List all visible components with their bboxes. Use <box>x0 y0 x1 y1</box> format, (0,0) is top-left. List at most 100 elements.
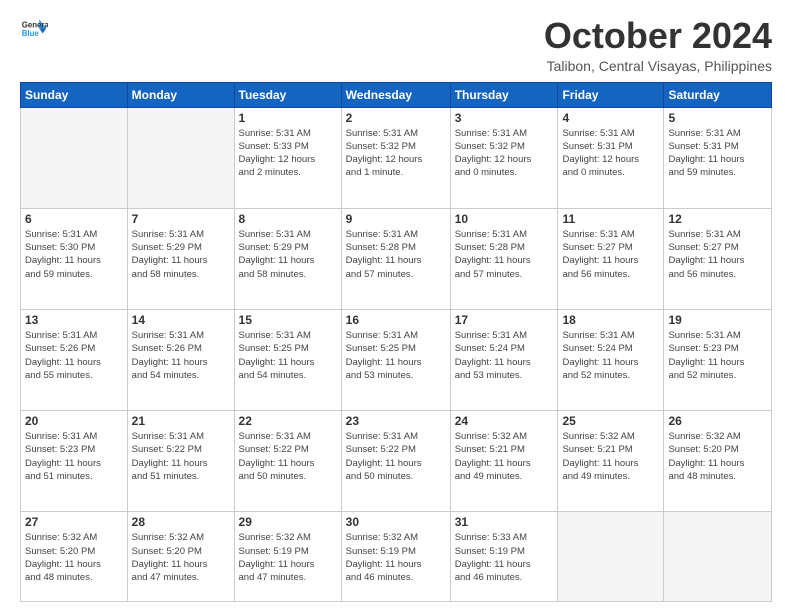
calendar-cell: 22 Sunrise: 5:31 AMSunset: 5:22 PMDayligh… <box>234 411 341 512</box>
calendar-week-2: 6 Sunrise: 5:31 AMSunset: 5:30 PMDaylight… <box>21 208 772 309</box>
calendar-week-4: 20Sunrise: 5:31 AMSunset: 5:23 PMDayligh… <box>21 411 772 512</box>
day-number: 6 <box>25 212 123 226</box>
day-number: 24 <box>455 414 554 428</box>
day-number: 26 <box>668 414 767 428</box>
day-info: Sunrise: 5:31 AMSunset: 5:25 PMDaylight:… <box>346 329 446 382</box>
day-info: Sunrise: 5:31 AMSunset: 5:23 PMDaylight:… <box>668 329 767 382</box>
day-number: 17 <box>455 313 554 327</box>
calendar-cell: 7Sunrise: 5:31 AMSunset: 5:29 PMDaylight… <box>127 208 234 309</box>
calendar-table: Sunday Monday Tuesday Wednesday Thursday… <box>20 82 772 602</box>
day-info: Sunrise: 5:32 AMSunset: 5:21 PMDaylight:… <box>455 430 554 483</box>
day-number: 9 <box>346 212 446 226</box>
calendar-cell: 13Sunrise: 5:31 AMSunset: 5:26 PMDayligh… <box>21 309 128 410</box>
day-info: Sunrise: 5:31 AMSunset: 5:30 PMDaylight:… <box>25 228 123 281</box>
logo: General Blue <box>20 16 48 44</box>
day-number: 25 <box>562 414 659 428</box>
day-number: 29 <box>239 515 337 529</box>
day-number: 18 <box>562 313 659 327</box>
day-info: Sunrise: 5:31 AMSunset: 5:26 PMDaylight:… <box>25 329 123 382</box>
calendar-cell <box>127 107 234 208</box>
day-number: 12 <box>668 212 767 226</box>
calendar-week-3: 13Sunrise: 5:31 AMSunset: 5:26 PMDayligh… <box>21 309 772 410</box>
calendar-cell: 29 Sunrise: 5:32 AMSunset: 5:19 PMDayligh… <box>234 512 341 602</box>
calendar-cell: 1 Sunrise: 5:31 AMSunset: 5:33 PMDaylight… <box>234 107 341 208</box>
logo-icon: General Blue <box>20 16 48 44</box>
day-number: 3 <box>455 111 554 125</box>
day-number: 22 <box>239 414 337 428</box>
header-friday: Friday <box>558 82 664 107</box>
day-info: Sunrise: 5:32 AMSunset: 5:19 PMDaylight:… <box>239 531 337 584</box>
day-number: 19 <box>668 313 767 327</box>
day-number: 21 <box>132 414 230 428</box>
calendar-cell: 28Sunrise: 5:32 AMSunset: 5:20 PMDayligh… <box>127 512 234 602</box>
day-info: Sunrise: 5:31 AMSunset: 5:29 PMDaylight:… <box>239 228 337 281</box>
day-number: 28 <box>132 515 230 529</box>
calendar-cell: 9 Sunrise: 5:31 AMSunset: 5:28 PMDaylight… <box>341 208 450 309</box>
calendar-cell: 4 Sunrise: 5:31 AMSunset: 5:31 PMDaylight… <box>558 107 664 208</box>
calendar-cell: 30Sunrise: 5:32 AMSunset: 5:19 PMDayligh… <box>341 512 450 602</box>
header-sunday: Sunday <box>21 82 128 107</box>
calendar-cell: 31 Sunrise: 5:33 AMSunset: 5:19 PMDayligh… <box>450 512 558 602</box>
calendar-cell <box>558 512 664 602</box>
calendar-cell: 27Sunrise: 5:32 AMSunset: 5:20 PMDayligh… <box>21 512 128 602</box>
day-info: Sunrise: 5:33 AMSunset: 5:19 PMDaylight:… <box>455 531 554 584</box>
day-info: Sunrise: 5:31 AMSunset: 5:22 PMDaylight:… <box>346 430 446 483</box>
day-number: 14 <box>132 313 230 327</box>
day-number: 31 <box>455 515 554 529</box>
calendar-cell: 25Sunrise: 5:32 AMSunset: 5:21 PMDayligh… <box>558 411 664 512</box>
day-info: Sunrise: 5:31 AMSunset: 5:28 PMDaylight:… <box>455 228 554 281</box>
header-thursday: Thursday <box>450 82 558 107</box>
svg-text:Blue: Blue <box>22 29 40 38</box>
day-info: Sunrise: 5:31 AMSunset: 5:25 PMDaylight:… <box>239 329 337 382</box>
calendar-week-1: 1 Sunrise: 5:31 AMSunset: 5:33 PMDaylight… <box>21 107 772 208</box>
header-monday: Monday <box>127 82 234 107</box>
calendar-cell: 2Sunrise: 5:31 AMSunset: 5:32 PMDaylight… <box>341 107 450 208</box>
calendar-cell: 8 Sunrise: 5:31 AMSunset: 5:29 PMDaylight… <box>234 208 341 309</box>
header-wednesday: Wednesday <box>341 82 450 107</box>
calendar-cell: 14 Sunrise: 5:31 AMSunset: 5:26 PMDayligh… <box>127 309 234 410</box>
day-number: 23 <box>346 414 446 428</box>
calendar-cell: 12 Sunrise: 5:31 AMSunset: 5:27 PMDayligh… <box>664 208 772 309</box>
day-info: Sunrise: 5:31 AMSunset: 5:26 PMDaylight:… <box>132 329 230 382</box>
day-info: Sunrise: 5:31 AMSunset: 5:22 PMDaylight:… <box>239 430 337 483</box>
day-info: Sunrise: 5:32 AMSunset: 5:20 PMDaylight:… <box>668 430 767 483</box>
calendar-cell: 18 Sunrise: 5:31 AMSunset: 5:24 PMDayligh… <box>558 309 664 410</box>
day-info: Sunrise: 5:31 AMSunset: 5:27 PMDaylight:… <box>668 228 767 281</box>
calendar-cell: 6 Sunrise: 5:31 AMSunset: 5:30 PMDaylight… <box>21 208 128 309</box>
calendar-cell: 21 Sunrise: 5:31 AMSunset: 5:22 PMDayligh… <box>127 411 234 512</box>
day-number: 15 <box>239 313 337 327</box>
header-saturday: Saturday <box>664 82 772 107</box>
day-info: Sunrise: 5:31 AMSunset: 5:33 PMDaylight:… <box>239 127 337 180</box>
location: Talibon, Central Visayas, Philippines <box>544 58 772 74</box>
day-number: 1 <box>239 111 337 125</box>
day-info: Sunrise: 5:31 AMSunset: 5:24 PMDaylight:… <box>455 329 554 382</box>
calendar-cell <box>664 512 772 602</box>
calendar-cell: 5Sunrise: 5:31 AMSunset: 5:31 PMDaylight… <box>664 107 772 208</box>
page: General Blue October 2024 Talibon, Centr… <box>0 0 792 612</box>
title-area: October 2024 Talibon, Central Visayas, P… <box>544 16 772 74</box>
calendar-cell <box>21 107 128 208</box>
day-number: 16 <box>346 313 446 327</box>
calendar-cell: 23 Sunrise: 5:31 AMSunset: 5:22 PMDayligh… <box>341 411 450 512</box>
header-tuesday: Tuesday <box>234 82 341 107</box>
day-info: Sunrise: 5:31 AMSunset: 5:22 PMDaylight:… <box>132 430 230 483</box>
day-info: Sunrise: 5:31 AMSunset: 5:24 PMDaylight:… <box>562 329 659 382</box>
day-info: Sunrise: 5:31 AMSunset: 5:23 PMDaylight:… <box>25 430 123 483</box>
calendar-cell: 3 Sunrise: 5:31 AMSunset: 5:32 PMDaylight… <box>450 107 558 208</box>
calendar-header-row: Sunday Monday Tuesday Wednesday Thursday… <box>21 82 772 107</box>
day-number: 8 <box>239 212 337 226</box>
svg-text:General: General <box>22 20 48 29</box>
calendar-cell: 19 Sunrise: 5:31 AMSunset: 5:23 PMDayligh… <box>664 309 772 410</box>
calendar-cell: 11Sunrise: 5:31 AMSunset: 5:27 PMDayligh… <box>558 208 664 309</box>
day-info: Sunrise: 5:31 AMSunset: 5:28 PMDaylight:… <box>346 228 446 281</box>
day-number: 30 <box>346 515 446 529</box>
day-number: 27 <box>25 515 123 529</box>
month-title: October 2024 <box>544 16 772 56</box>
day-info: Sunrise: 5:31 AMSunset: 5:32 PMDaylight:… <box>455 127 554 180</box>
calendar-week-5: 27Sunrise: 5:32 AMSunset: 5:20 PMDayligh… <box>21 512 772 602</box>
calendar-cell: 15 Sunrise: 5:31 AMSunset: 5:25 PMDayligh… <box>234 309 341 410</box>
day-info: Sunrise: 5:31 AMSunset: 5:31 PMDaylight:… <box>562 127 659 180</box>
calendar-cell: 10Sunrise: 5:31 AMSunset: 5:28 PMDayligh… <box>450 208 558 309</box>
day-number: 4 <box>562 111 659 125</box>
calendar-cell: 17 Sunrise: 5:31 AMSunset: 5:24 PMDayligh… <box>450 309 558 410</box>
